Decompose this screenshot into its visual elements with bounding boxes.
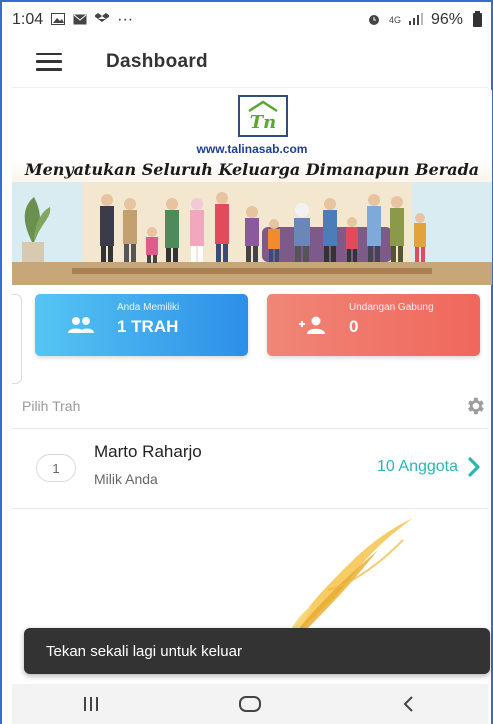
dropbox-icon	[94, 12, 111, 28]
trah-member-count: 10 Anggota	[377, 458, 458, 475]
trah-ownership: Milik Anda	[94, 471, 158, 487]
group-icon	[65, 313, 97, 337]
home-icon	[238, 696, 261, 712]
banner-tagline: Menyatukan Seluruh Keluarga Dimanapun Be…	[24, 160, 480, 179]
signal-icon	[408, 12, 423, 28]
trah-index-badge: 1	[36, 454, 76, 482]
chevron-right-icon	[468, 457, 480, 477]
owned-trah-text: Anda Memiliki 1 TRAH	[117, 302, 179, 337]
invite-text: Undangan Gabung 0	[349, 302, 434, 337]
status-more: ···	[117, 11, 134, 28]
battery-icon	[473, 11, 482, 27]
status-right: 4G 96%	[367, 11, 482, 29]
drawer-handle[interactable]	[12, 294, 22, 384]
owned-trah-value: 1 TRAH	[117, 317, 179, 336]
invite-card[interactable]: Undangan Gabung 0	[267, 294, 480, 356]
toast-message: Tekan sekali lagi untuk keluar	[46, 642, 242, 660]
gear-icon[interactable]	[464, 395, 486, 417]
owned-trah-caption: Anda Memiliki	[117, 302, 180, 313]
battery-level: 96%	[430, 11, 463, 28]
owned-trah-card[interactable]: Anda Memiliki 1 TRAH	[35, 294, 248, 356]
exit-toast: Tekan sekali lagi untuk keluar	[24, 628, 490, 674]
invite-value: 0	[349, 317, 359, 336]
pilih-trah-header: Pilih Trah	[22, 392, 486, 420]
family-illustration	[12, 182, 492, 285]
page-title: Dashboard	[106, 50, 208, 72]
gallery-icon	[51, 12, 66, 28]
back-icon	[403, 696, 413, 712]
mail-icon	[73, 13, 87, 28]
status-bar: 1:04 ··· 4G 96%	[12, 8, 482, 32]
network-type: 4G	[388, 15, 401, 25]
banner: Tn www.talinasab.com Menyatukan Seluruh …	[12, 90, 492, 285]
add-person-icon	[297, 313, 329, 337]
system-nav-bar	[12, 684, 488, 724]
stats-section: Anda Memiliki 1 TRAH Undangan Gabung 0	[12, 288, 488, 384]
section-label: Pilih Trah	[22, 398, 81, 414]
app-logo: Tn	[238, 95, 288, 137]
trah-list-item[interactable]: 1 Marto Raharjo Milik Anda 10 Anggota	[12, 430, 488, 506]
status-time: 1:04	[12, 11, 44, 28]
banner-url: www.talinasab.com	[196, 142, 308, 156]
trah-name: Marto Raharjo	[94, 442, 202, 461]
logo-text: Tn	[250, 112, 276, 133]
home-button[interactable]	[230, 689, 270, 719]
divider	[12, 428, 488, 429]
recents-icon	[84, 697, 99, 711]
status-left: 1:04 ···	[12, 11, 133, 29]
invite-caption: Undangan Gabung	[349, 302, 434, 313]
alarm-icon	[367, 12, 381, 29]
menu-icon[interactable]	[36, 52, 62, 71]
divider	[12, 508, 488, 509]
app-bar: Dashboard	[12, 36, 488, 88]
recent-apps-button[interactable]	[71, 689, 111, 719]
back-button[interactable]	[389, 689, 429, 719]
